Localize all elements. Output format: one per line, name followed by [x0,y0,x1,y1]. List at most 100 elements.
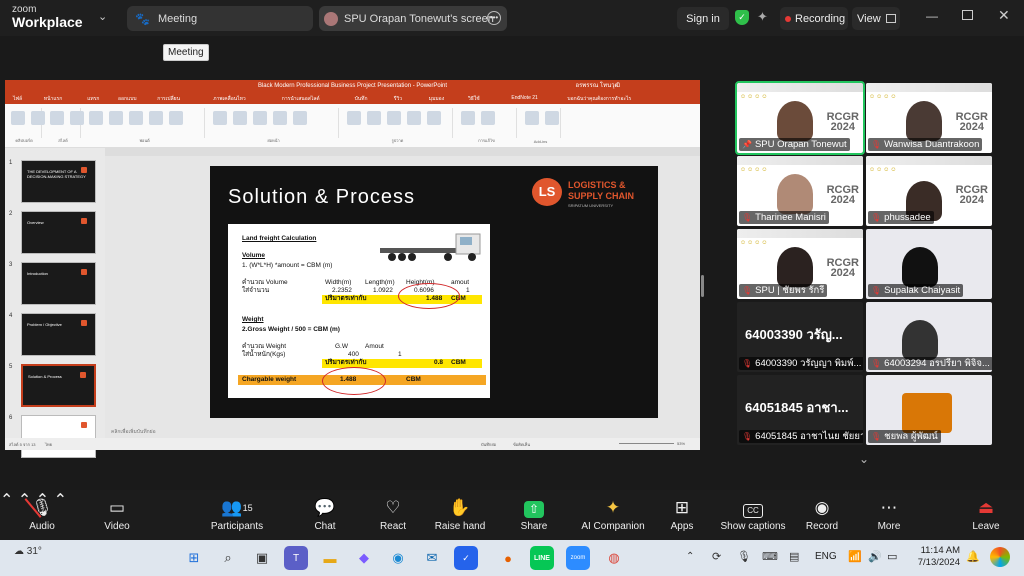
ai-companion-button[interactable]: ✦ AI Companion [578,490,648,540]
notification-bell-icon[interactable]: 🔔 [966,550,980,563]
view-button[interactable]: View [852,7,900,30]
zoom-app-icon[interactable]: zoom [566,546,590,570]
more-options-icon[interactable]: ••• [487,11,501,25]
sparkle-icon[interactable]: ✦ [757,9,768,25]
ppt-menu-item[interactable]: ภาพเคลื่อนไหว [213,95,246,103]
mail-icon[interactable]: ✉ [420,546,444,570]
tray-icon[interactable]: ▤ [789,550,799,563]
participant-tile[interactable]: ☺☺☺☺ RCGR 2024 🎙 Wanwisa Duantrakoon [866,83,992,153]
restore-icon[interactable] [962,10,973,20]
sign-in-button[interactable]: Sign in [677,7,729,30]
slide-thumbnail[interactable]: Solution & Process [21,364,96,407]
share-button[interactable]: ⇧ Share [514,490,554,540]
copilot-icon[interactable]: ◆ [352,546,376,570]
sync-icon[interactable]: ⟳ [712,550,721,563]
ppt-menu-item[interactable]: บันทึก [355,95,368,103]
edge-icon[interactable]: ◉ [386,546,410,570]
ppt-menu-item[interactable]: บอกฉันว่าคุณต้องการทำอะไร [567,95,631,103]
participant-tile[interactable]: 🎙 Supalak Chaiyasit [866,229,992,299]
ribbon-tool-icon[interactable] [233,111,247,125]
shield-icon[interactable]: ✓ [735,10,749,25]
firefox-icon[interactable]: ● [496,546,520,570]
tab-meeting[interactable]: 🐾 Meeting [127,6,313,31]
language-indicator[interactable]: ENG [815,551,837,562]
ribbon-tool-icon[interactable] [129,111,143,125]
participant-tile[interactable]: 64003390 วรัญ... 🎙 64003390 วรัญญา พิมพ์..… [737,302,863,372]
shared-screen[interactable]: Black Modern Professional Business Proje… [5,80,700,458]
participant-tile[interactable]: 🎙 64003294 อรปรียา พิจิจ... [866,302,992,372]
ribbon-group[interactable]: คลิปบอร์ด [7,108,45,143]
ppt-menu-item[interactable]: การเปลี่ยน [157,95,180,103]
slide-thumbnail[interactable]: Overview [21,211,96,254]
search-icon[interactable]: ⌕ [216,546,240,570]
ppt-menu-item[interactable]: ไฟล์ [13,95,22,103]
ribbon-tool-icon[interactable] [407,111,421,125]
ribbon-tool-icon[interactable] [293,111,307,125]
slide-thumbnail[interactable]: THE DEVELOPMENT OF A DECISION-MAKING STR… [21,160,96,203]
ribbon-tool-icon[interactable] [273,111,287,125]
apps-button[interactable]: ⊞ Apps [662,490,702,540]
notes-placeholder[interactable]: คลิกเพื่อเพิ่มบันทึกย่อ [111,428,156,436]
slide-thumbnail[interactable] [21,415,96,458]
chat-button[interactable]: 💬 Chat [305,490,345,540]
captions-button[interactable]: CC Show captions [718,490,788,540]
ribbon-tool-icon[interactable] [253,111,267,125]
ribbon-tool-icon[interactable] [109,111,123,125]
chrome-icon[interactable]: ◍ [602,546,626,570]
ppt-menu-item[interactable]: วิธีใช้ [468,95,480,103]
task-view-icon[interactable]: ▣ [250,546,274,570]
status-notes-button[interactable]: บันทึกย่อ [481,441,496,448]
ribbon-tool-icon[interactable] [347,111,361,125]
ribbon-tool-icon[interactable] [461,111,475,125]
ppt-menu-item[interactable]: หน้าแรก [44,95,62,103]
ribbon-tool-icon[interactable] [427,111,441,125]
audio-button[interactable]: 🎙 Audio [22,490,62,540]
app-icon[interactable]: ✓ [454,546,478,570]
chevron-down-icon[interactable]: ⌄ [98,10,107,23]
minimize-icon[interactable]: — [926,9,938,23]
slide[interactable]: Solution & Process LS LOGISTICS & SUPPLY… [210,166,658,418]
ribbon-tool-icon[interactable] [525,111,539,125]
zoom-slider[interactable] [619,443,674,444]
react-button[interactable]: ♡ React [373,490,413,540]
participant-tile[interactable]: 🎙 ชยพล ผู้พัฒน์ [866,375,992,445]
participant-tile[interactable]: ☺☺☺☺ RCGR 2024 📌 SPU Orapan Tonewut [735,81,865,155]
ppt-menu-item[interactable]: EndNote 21 [511,95,537,101]
file-explorer-icon[interactable]: ▬ [318,546,342,570]
ribbon-tool-icon[interactable] [70,111,84,125]
ribbon-tool-icon[interactable] [31,111,45,125]
ribbon-tool-icon[interactable] [387,111,401,125]
ribbon-tool-icon[interactable] [545,111,559,125]
ribbon-tool-icon[interactable] [481,111,495,125]
close-icon[interactable]: ✕ [998,7,1010,24]
ribbon-group[interactable]: สไลด์ [46,108,84,143]
ppt-menu-item[interactable]: การนำเสนอสไลด์ [282,95,320,103]
volume-icon[interactable]: 🔊 [868,550,882,563]
copilot-tray-icon[interactable] [990,547,1010,567]
participant-tile[interactable]: ☺☺☺☺ RCGR 2024 🎙 phussadee [866,156,992,226]
ribbon-group[interactable]: รูปวาด [343,108,453,143]
ribbon-tool-icon[interactable] [367,111,381,125]
status-comments-button[interactable]: ข้อคิดเห็น [513,441,530,448]
tab-shared-screen[interactable]: SPU Orapan Tonewut's screen ••• [319,6,507,31]
slide-thumbnail[interactable]: Introduction [21,262,96,305]
ppt-menu-item[interactable]: แทรก [87,95,99,103]
ribbon-tool-icon[interactable] [11,111,25,125]
ribbon-tool-icon[interactable] [213,111,227,125]
line-icon[interactable]: LINE [530,546,554,570]
slide-thumbnails[interactable]: 1 THE DEVELOPMENT OF A DECISION-MAKING ST… [5,148,105,458]
ppt-menu-item[interactable]: มุมมอง [429,95,444,103]
leave-button[interactable]: ⏏ Leave [966,490,1006,540]
mic-icon[interactable]: 🎙 [737,550,751,563]
ribbon-tool-icon[interactable] [89,111,103,125]
participant-tile[interactable]: ☺☺☺☺ RCGR 2024 🎙 Tharinee Manisri [737,156,863,226]
ribbon-group[interactable]: ย่อหน้า [209,108,339,143]
battery-icon[interactable]: ▭ [887,550,897,563]
video-button[interactable]: ▭ Video [97,490,137,540]
ribbon-group[interactable]: ฟอนต์ [85,108,205,143]
participant-tile[interactable]: 64051845 อาชา... 🎙 64051845 อาชาไนย ชัยยา [737,375,863,445]
record-button[interactable]: ◉ Record [802,490,842,540]
ribbon-tool-icon[interactable] [149,111,163,125]
slide-canvas[interactable]: Solution & Process LS LOGISTICS & SUPPLY… [105,148,700,438]
ribbon-tool-icon[interactable] [169,111,183,125]
